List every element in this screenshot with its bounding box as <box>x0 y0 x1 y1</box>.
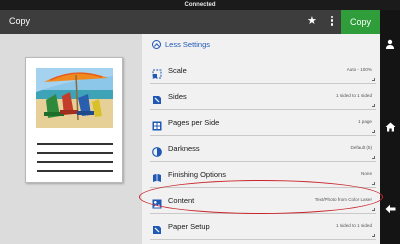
expand-corner-icon <box>372 234 375 237</box>
setting-row-pages-per-side[interactable]: Pages per Side 1 page <box>150 110 376 136</box>
setting-row-scale[interactable]: Scale Auto - 100% <box>150 58 376 84</box>
finishing-icon <box>152 170 162 182</box>
darkness-icon <box>152 144 162 157</box>
expand-corner-icon <box>372 156 375 159</box>
star-icon[interactable]: ★ <box>307 14 317 27</box>
setting-label: Finishing Options <box>168 170 226 179</box>
app-bar: Copy ★ <box>0 10 380 34</box>
page-preview <box>25 57 123 183</box>
preview-panel <box>0 34 142 244</box>
less-settings-label: Less Settings <box>165 40 211 49</box>
less-settings-toggle[interactable]: Less Settings <box>152 40 210 49</box>
setting-label: Sides <box>168 92 187 101</box>
setting-row-sides[interactable]: Sides 1 sided to 1 sided <box>150 84 376 110</box>
setting-value: 1 sided to 1 sided <box>335 223 372 228</box>
back-icon[interactable] <box>384 204 396 216</box>
setting-value: Text/Photo from Color Laser <box>314 197 372 202</box>
chevron-up-icon <box>152 40 161 49</box>
expand-corner-icon <box>372 130 375 133</box>
setting-label: Scale <box>168 66 187 75</box>
setting-label: Darkness <box>168 144 200 153</box>
setting-value: None <box>361 171 372 176</box>
expand-corner-icon <box>372 182 375 185</box>
setting-value: 1 sided to 1 sided <box>335 93 372 98</box>
setting-label: Pages per Side <box>168 118 220 127</box>
text-line <box>37 152 113 154</box>
text-line <box>37 170 113 172</box>
setting-row-content[interactable]: Content Text/Photo from Color Laser <box>150 188 376 214</box>
setting-label: Paper Setup <box>168 222 210 231</box>
content-icon <box>152 196 162 209</box>
expand-corner-icon <box>372 104 375 107</box>
text-line <box>37 161 113 163</box>
setting-value: Default (5) <box>350 145 372 150</box>
pages-per-side-icon <box>152 118 162 131</box>
window-title: Connected <box>0 0 400 10</box>
settings-panel: Less Settings Scale Auto - 100% Sides 1 … <box>142 34 380 244</box>
sides-icon <box>152 92 162 104</box>
setting-row-darkness[interactable]: Darkness Default (5) <box>150 136 376 162</box>
setting-row-paper-setup[interactable]: Paper Setup 1 sided to 1 sided <box>150 214 376 240</box>
preview-photo <box>36 68 113 128</box>
setting-value: Auto - 100% <box>346 67 372 72</box>
side-nav <box>380 10 400 244</box>
setting-label: Content <box>168 196 195 205</box>
text-line <box>37 143 113 145</box>
setting-value: 1 page <box>357 119 372 124</box>
page-title: Copy <box>9 16 31 26</box>
home-icon[interactable] <box>384 122 396 134</box>
expand-corner-icon <box>372 208 375 211</box>
user-icon[interactable] <box>384 39 396 51</box>
expand-corner-icon <box>372 78 375 81</box>
setting-row-finishing-options[interactable]: Finishing Options None <box>150 162 376 188</box>
paper-setup-icon <box>152 222 162 234</box>
more-vert-icon[interactable] <box>330 14 334 28</box>
scale-icon <box>152 66 162 79</box>
copy-button[interactable]: Copy <box>341 10 380 34</box>
